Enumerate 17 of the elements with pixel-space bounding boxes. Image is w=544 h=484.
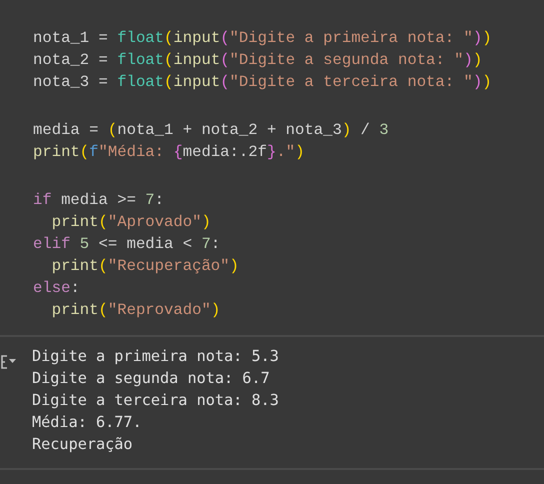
output-icon[interactable] bbox=[1, 355, 17, 369]
code-line: print("Reprovado") bbox=[50, 300, 220, 321]
output-line: Média: 6.77. bbox=[32, 412, 142, 433]
code-line: print("Aprovado") bbox=[50, 212, 211, 233]
output-line: Digite a terceira nota: 8.3 bbox=[32, 390, 279, 411]
code-line: nota_1 = float(input("Digite a primeira nota: ")) bbox=[33, 28, 492, 49]
code-line: else: bbox=[33, 278, 80, 299]
output-line: Recuperação bbox=[32, 434, 133, 455]
code-line: elif 5 <= media < 7: bbox=[33, 234, 220, 255]
output-line: Digite a primeira nota: 5.3 bbox=[32, 346, 279, 367]
output-line: Digite a segunda nota: 6.7 bbox=[32, 368, 270, 389]
code-line: print("Recuperação") bbox=[50, 256, 239, 277]
code-line: nota_2 = float(input("Digite a segunda nota: ")) bbox=[33, 50, 482, 71]
code-line: if media >= 7: bbox=[33, 190, 164, 211]
code-line: media = (nota_1 + nota_2 + nota_3) / 3 bbox=[33, 120, 389, 141]
code-line: nota_3 = float(input("Digite a terceira nota: ")) bbox=[33, 72, 492, 93]
code-line: print(f"Média: {media:.2f}.") bbox=[33, 142, 304, 163]
